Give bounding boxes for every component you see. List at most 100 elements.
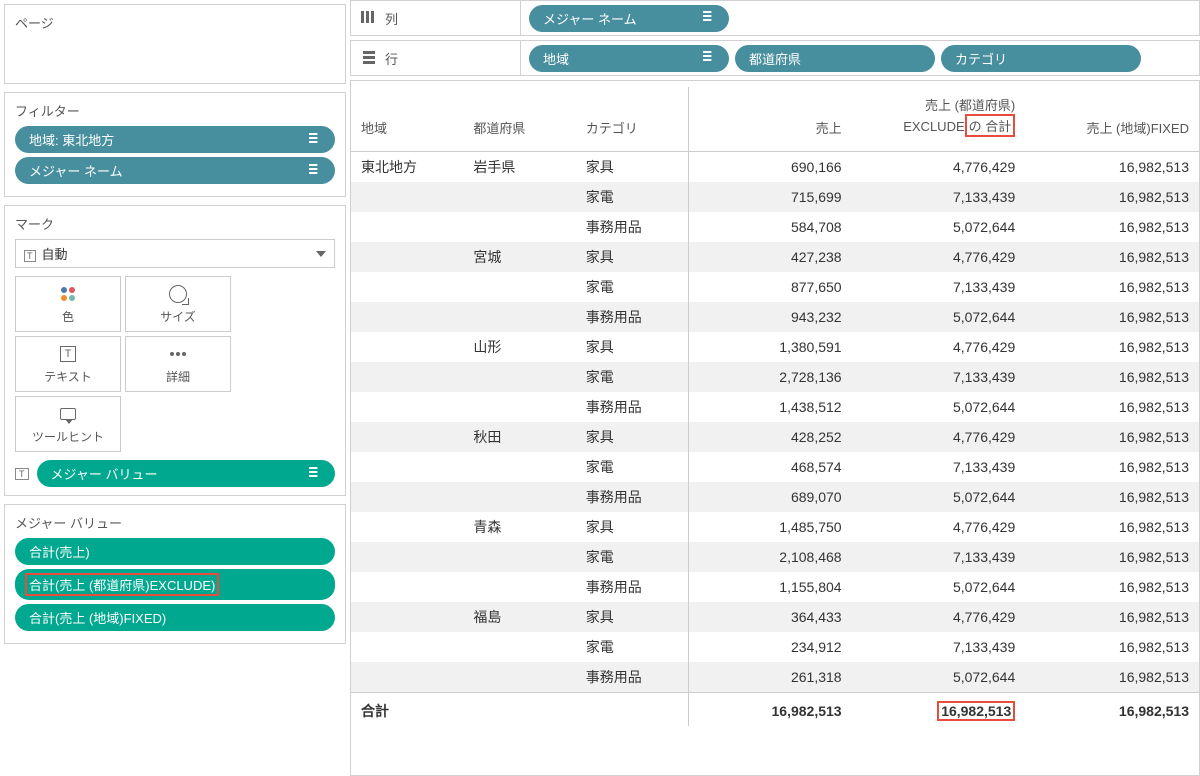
table-row[interactable]: 事務用品943,2325,072,64416,982,513 [351, 302, 1199, 332]
cell-category: 家電 [576, 272, 688, 302]
sort-icon [703, 11, 719, 25]
col-header-sales: 売上 [688, 87, 851, 152]
cell-region [351, 632, 463, 662]
table-row[interactable]: 事務用品1,438,5125,072,64416,982,513 [351, 392, 1199, 422]
cell-region [351, 242, 463, 272]
pill-label: 地域 [543, 49, 569, 68]
cell-category: 家具 [576, 242, 688, 272]
cell-fixed: 16,982,513 [1025, 242, 1199, 272]
table-row[interactable]: 家電2,728,1367,133,43916,982,513 [351, 362, 1199, 392]
table-row[interactable]: 事務用品1,155,8045,072,64416,982,513 [351, 572, 1199, 602]
highlighted-total: 16,982,513 [937, 701, 1015, 721]
cell-fixed: 16,982,513 [1025, 452, 1199, 482]
columns-pill-measure-names[interactable]: メジャー ネーム [529, 5, 729, 32]
highlighted-header-text: の 合計 [965, 114, 1016, 137]
cell-prefecture: 山形 [463, 332, 575, 362]
col-header-exclude: 売上 (都道府県) EXCLUDE の 合計 [852, 87, 1026, 152]
rows-shelf[interactable]: 行 地域 都道府県 カテゴリ [350, 40, 1200, 76]
columns-icon [361, 11, 377, 25]
cell-prefecture: 福島 [463, 602, 575, 632]
cell-sales: 234,912 [688, 632, 851, 662]
cell-category: 家電 [576, 452, 688, 482]
table-row[interactable]: 家電234,9127,133,43916,982,513 [351, 632, 1199, 662]
cell-fixed: 16,982,513 [1025, 212, 1199, 242]
cell-fixed: 16,982,513 [1025, 272, 1199, 302]
col-header-region: 地域 [351, 87, 463, 152]
table-row[interactable]: 青森家具1,485,7504,776,42916,982,513 [351, 512, 1199, 542]
mark-type-label: 自動 [42, 247, 68, 262]
cell-exclude: 5,072,644 [852, 302, 1026, 332]
table-row[interactable]: 宮城家具427,2384,776,42916,982,513 [351, 242, 1199, 272]
columns-shelf[interactable]: 列 メジャー ネーム [350, 0, 1200, 36]
cell-total-sales: 16,982,513 [688, 693, 851, 727]
marks-card: マーク T自動 色 サイズ T テキスト [4, 205, 346, 496]
cell-fixed: 16,982,513 [1025, 542, 1199, 572]
cell-exclude: 4,776,429 [852, 512, 1026, 542]
table-row[interactable]: 事務用品261,3185,072,64416,982,513 [351, 662, 1199, 693]
mark-color-button[interactable]: 色 [15, 276, 121, 332]
cell-category: 事務用品 [576, 392, 688, 422]
cell-exclude: 4,776,429 [852, 242, 1026, 272]
table-row[interactable]: 秋田家具428,2524,776,42916,982,513 [351, 422, 1199, 452]
table-row[interactable]: 家電468,5747,133,43916,982,513 [351, 452, 1199, 482]
measure-value-pill[interactable]: 合計(売上 (地域)FIXED) [15, 604, 335, 631]
mark-btn-label: サイズ [160, 308, 196, 325]
mark-tooltip-button[interactable]: ツールヒント [15, 396, 121, 452]
table-row[interactable]: 福島家具364,4334,776,42916,982,513 [351, 602, 1199, 632]
filter-pill-label: 地域: 東北地方 [29, 130, 114, 149]
cell-exclude: 7,133,439 [852, 362, 1026, 392]
pill-label: カテゴリ [955, 49, 1007, 68]
table-row[interactable]: 山形家具1,380,5914,776,42916,982,513 [351, 332, 1199, 362]
cell-fixed: 16,982,513 [1025, 632, 1199, 662]
cell-category: 事務用品 [576, 302, 688, 332]
rows-pill-prefecture[interactable]: 都道府県 [735, 45, 935, 72]
col-header-fixed: 売上 (地域)FIXED [1025, 87, 1199, 152]
cell-category: 家具 [576, 512, 688, 542]
cell-region [351, 662, 463, 693]
pages-shelf[interactable]: ページ [4, 4, 346, 84]
table-row[interactable]: 事務用品689,0705,072,64416,982,513 [351, 482, 1199, 512]
cell-exclude: 7,133,439 [852, 542, 1026, 572]
detail-icon [168, 344, 188, 364]
table-row[interactable]: 家電2,108,4687,133,43916,982,513 [351, 542, 1199, 572]
pill-label: 合計(売上) [29, 542, 90, 561]
marks-measure-values-pill[interactable]: メジャー バリュー [37, 460, 336, 487]
cell-sales: 690,166 [688, 152, 851, 183]
rows-pill-category[interactable]: カテゴリ [941, 45, 1141, 72]
cell-prefecture: 宮城 [463, 242, 575, 272]
cell-category: 家電 [576, 362, 688, 392]
table-row[interactable]: 事務用品584,7085,072,64416,982,513 [351, 212, 1199, 242]
table-row[interactable]: 家電877,6507,133,43916,982,513 [351, 272, 1199, 302]
cell-exclude: 5,072,644 [852, 392, 1026, 422]
table-row[interactable]: 家電715,6997,133,43916,982,513 [351, 182, 1199, 212]
mark-btn-label: 色 [62, 308, 74, 325]
mark-size-button[interactable]: サイズ [125, 276, 231, 332]
crosstab-view: 地域 都道府県 カテゴリ 売上 売上 (都道府県) EXCLUDE の 合計 売… [350, 80, 1200, 776]
cell-fixed: 16,982,513 [1025, 512, 1199, 542]
cell-fixed: 16,982,513 [1025, 332, 1199, 362]
filter-pill-measure-names[interactable]: メジャー ネーム [15, 157, 335, 184]
measure-values-shelf: メジャー バリュー 合計(売上) 合計(売上 (都道府県)EXCLUDE) 合計… [4, 504, 346, 644]
mark-text-button[interactable]: T テキスト [15, 336, 121, 392]
measure-value-pill[interactable]: 合計(売上) [15, 538, 335, 565]
mark-detail-button[interactable]: 詳細 [125, 336, 231, 392]
filter-pill-region[interactable]: 地域: 東北地方 [15, 126, 335, 153]
measure-value-pill-exclude[interactable]: 合計(売上 (都道府県)EXCLUDE) [15, 569, 335, 600]
cell-fixed: 16,982,513 [1025, 152, 1199, 183]
filters-shelf[interactable]: フィルター 地域: 東北地方 メジャー ネーム [4, 92, 346, 197]
table-row[interactable]: 東北地方岩手県家具690,1664,776,42916,982,513 [351, 152, 1199, 183]
mark-type-select[interactable]: T自動 [15, 239, 335, 268]
cell-region [351, 602, 463, 632]
cell-prefecture [463, 212, 575, 242]
cell-prefecture [463, 632, 575, 662]
cell-total-label: 合計 [351, 693, 463, 727]
rows-pill-region[interactable]: 地域 [529, 45, 729, 72]
cell-prefecture [463, 392, 575, 422]
cell-fixed: 16,982,513 [1025, 662, 1199, 693]
mark-btn-label: ツールヒント [32, 428, 104, 445]
cell-category: 事務用品 [576, 662, 688, 693]
cell-sales: 2,108,468 [688, 542, 851, 572]
cell-exclude: 5,072,644 [852, 212, 1026, 242]
cell-prefecture [463, 182, 575, 212]
columns-label: 列 [385, 9, 398, 28]
